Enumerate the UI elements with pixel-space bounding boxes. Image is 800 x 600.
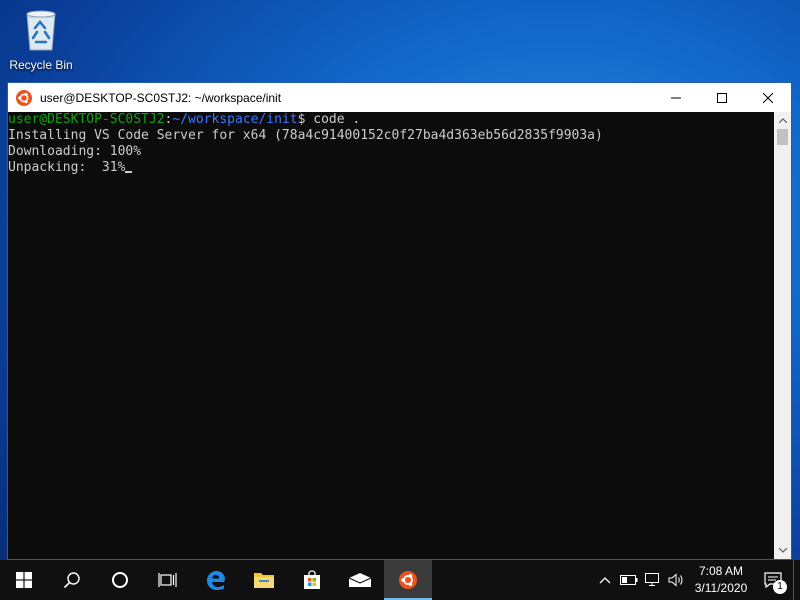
prompt-path: ~/workspace/init xyxy=(172,112,298,127)
minimize-button[interactable] xyxy=(653,83,699,112)
mail-icon xyxy=(348,573,372,587)
recycle-bin-icon xyxy=(21,6,61,51)
action-center-button[interactable]: 1 xyxy=(753,560,793,600)
ubuntu-icon xyxy=(399,571,417,589)
taskbar-store[interactable] xyxy=(288,560,336,600)
chevron-down-icon xyxy=(778,548,787,553)
store-bag-icon xyxy=(304,570,320,589)
window-title: user@DESKTOP-SC0STJ2: ~/workspace/init xyxy=(40,90,282,105)
speaker-icon xyxy=(668,573,683,587)
minimize-icon xyxy=(671,97,681,98)
prompt-user: user@DESKTOP-SC0STJ2 xyxy=(8,112,165,127)
edge-icon xyxy=(207,571,225,590)
maximize-button[interactable] xyxy=(699,83,745,112)
scroll-thumb[interactable] xyxy=(777,129,788,145)
chevron-up-icon xyxy=(778,118,787,123)
show-desktop-button[interactable] xyxy=(793,560,800,600)
chevron-up-icon xyxy=(599,577,611,584)
notification-badge: 1 xyxy=(773,580,787,594)
terminal-cursor xyxy=(125,171,133,173)
clock-date: 3/11/2020 xyxy=(694,581,748,595)
network-icon xyxy=(645,573,659,586)
prompt-end: $ xyxy=(297,112,314,127)
maximize-icon xyxy=(717,92,727,103)
vertical-scrollbar[interactable] xyxy=(774,112,791,559)
close-button[interactable] xyxy=(745,83,791,112)
scroll-up-button[interactable] xyxy=(774,112,791,129)
terminal-line-downloading: Downloading: 100% xyxy=(8,144,142,159)
tray-overflow-button[interactable] xyxy=(593,560,617,600)
prompt-command: code . xyxy=(313,112,361,127)
network-button[interactable] xyxy=(641,560,665,600)
volume-button[interactable] xyxy=(665,560,689,600)
cortana-button[interactable] xyxy=(96,560,144,600)
task-view-button[interactable] xyxy=(144,560,192,600)
scroll-down-button[interactable] xyxy=(774,542,791,559)
taskbar-ubuntu-terminal[interactable] xyxy=(384,560,432,600)
clock-time: 7:08 AM xyxy=(698,564,744,578)
taskbar-clock[interactable]: 7:08 AM 3/11/2020 xyxy=(689,563,753,597)
search-button[interactable] xyxy=(48,560,96,600)
folder-icon xyxy=(254,573,274,588)
terminal-line-unpacking: Unpacking: 31% xyxy=(8,160,126,175)
terminal-line-installing: Installing VS Code Server for x64 (78a4c… xyxy=(8,128,603,143)
recycle-bin[interactable]: Recycle Bin xyxy=(6,6,76,72)
terminal-prompt-line: user@DESKTOP-SC0STJ2:~/workspace/init$ c… xyxy=(8,112,774,128)
recycle-bin-label: Recycle Bin xyxy=(9,58,73,72)
search-icon xyxy=(63,572,80,589)
taskbar-file-explorer[interactable] xyxy=(240,560,288,600)
taskbar: 7:08 AM 3/11/2020 1 xyxy=(0,560,800,600)
system-tray: 7:08 AM 3/11/2020 1 xyxy=(593,560,800,600)
terminal-output[interactable]: user@DESKTOP-SC0STJ2:~/workspace/init$ c… xyxy=(8,112,774,559)
ubuntu-icon xyxy=(16,89,32,106)
terminal-line-unpacking-wrap: Unpacking: 31% xyxy=(8,160,774,176)
cortana-circle-icon xyxy=(112,572,128,588)
battery-button[interactable] xyxy=(617,560,641,600)
start-button[interactable] xyxy=(0,560,48,600)
terminal-window[interactable]: user@DESKTOP-SC0STJ2: ~/workspace/init u… xyxy=(7,82,792,560)
windows-logo-icon xyxy=(16,572,32,588)
task-view-icon xyxy=(158,573,177,587)
window-titlebar[interactable]: user@DESKTOP-SC0STJ2: ~/workspace/init xyxy=(8,83,791,112)
battery-icon xyxy=(620,575,638,585)
taskbar-edge[interactable] xyxy=(192,560,240,600)
taskbar-mail[interactable] xyxy=(336,560,384,600)
close-icon xyxy=(763,92,773,103)
